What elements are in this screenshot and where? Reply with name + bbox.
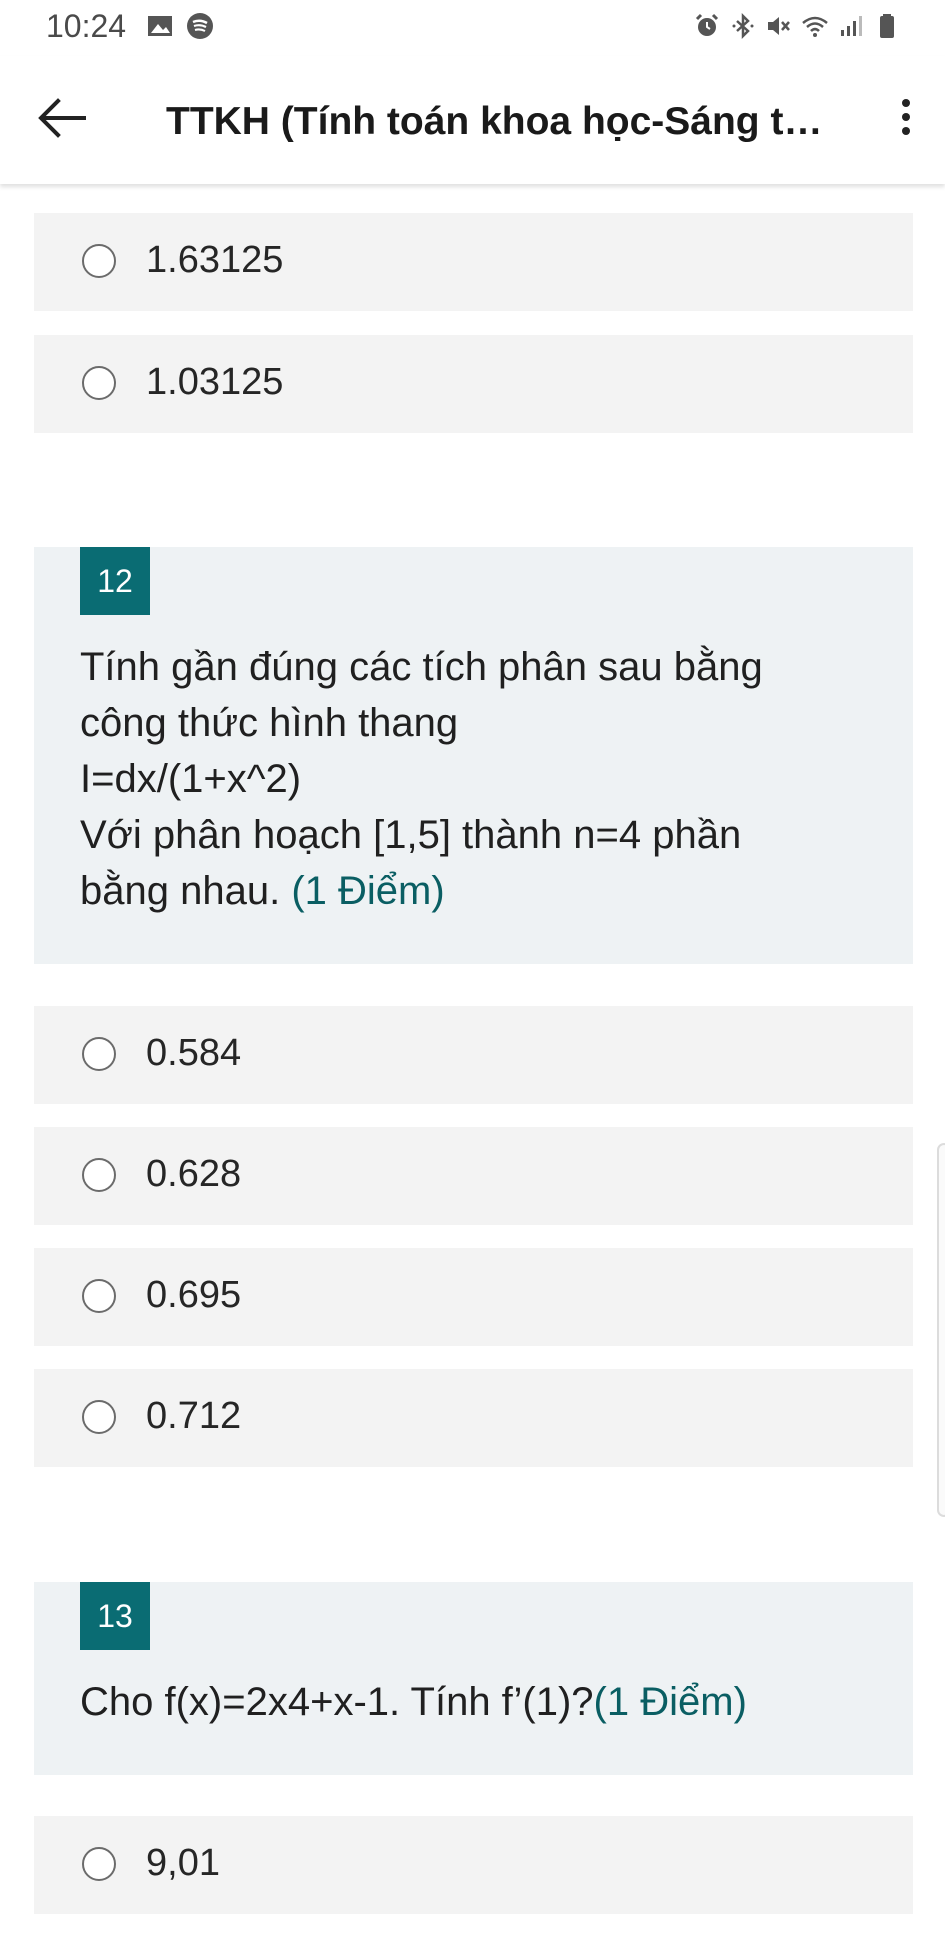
battery-icon	[880, 14, 894, 38]
question-number: 12	[80, 547, 150, 615]
status-bar: 10:24	[0, 0, 945, 56]
question-line: công thức hình thang	[80, 701, 459, 745]
status-time: 10:24	[46, 8, 127, 44]
radio-button[interactable]	[82, 1847, 116, 1881]
scroll-handle[interactable]	[937, 1143, 945, 1517]
signal-icon	[841, 16, 862, 36]
question-line: Cho f(x)=2x4+x-1. Tính f’(1)?	[80, 1680, 594, 1724]
option-label: 1.63125	[146, 239, 284, 281]
spotify-icon	[187, 13, 213, 39]
alarm-icon	[695, 13, 719, 36]
question-line: bằng nhau. (1 Điểm)	[80, 869, 445, 913]
more-options-icon[interactable]	[891, 94, 921, 144]
question-text: Tính gần đúng các tích phân sau bằng côn…	[80, 639, 873, 919]
option-label: 1.03125	[146, 361, 284, 403]
question-card-13: 13 Cho f(x)=2x4+x-1. Tính f’(1)?(1 Điểm)	[34, 1582, 913, 1775]
radio-button[interactable]	[82, 244, 116, 278]
option-label: 0.695	[146, 1274, 242, 1316]
image-icon	[148, 16, 172, 36]
answer-option[interactable]: 9,01	[34, 1816, 913, 1914]
points-label: (1 Điểm)	[291, 869, 445, 913]
bluetooth-icon	[732, 12, 754, 40]
radio-button[interactable]	[82, 1279, 116, 1313]
question-card-12: 12 Tính gần đúng các tích phân sau bằng …	[34, 547, 913, 964]
app-bar: TTKH (Tính toán khoa học-Sáng th...	[0, 56, 945, 184]
page-title: TTKH (Tính toán khoa học-Sáng th...	[166, 100, 826, 143]
answer-option[interactable]: 0.628	[34, 1127, 913, 1225]
question-line: Với phân hoạch [1,5] thành n=4 phần	[80, 813, 742, 857]
answer-option[interactable]: 0.712	[34, 1369, 913, 1467]
option-label: 0.584	[146, 1032, 242, 1074]
radio-button[interactable]	[82, 1158, 116, 1192]
status-left-icons	[146, 12, 214, 40]
back-arrow-icon[interactable]	[36, 96, 88, 140]
question-number: 13	[80, 1582, 150, 1650]
radio-button[interactable]	[82, 1400, 116, 1434]
wifi-icon	[802, 16, 828, 37]
mute-icon	[768, 17, 790, 35]
answer-option[interactable]: 0.584	[34, 1006, 913, 1104]
question-text: Cho f(x)=2x4+x-1. Tính f’(1)?(1 Điểm)	[80, 1674, 873, 1730]
answer-option[interactable]: 1.03125	[34, 335, 913, 433]
status-right-icons	[693, 12, 901, 40]
question-line: Tính gần đúng các tích phân sau bằng	[80, 645, 763, 689]
option-label: 0.628	[146, 1153, 242, 1195]
radio-button[interactable]	[82, 1037, 116, 1071]
question-line: I=dx/(1+x^2)	[80, 757, 302, 801]
answer-option[interactable]: 0.695	[34, 1248, 913, 1346]
answer-option[interactable]: 1.63125	[34, 213, 913, 311]
radio-button[interactable]	[82, 366, 116, 400]
option-label: 9,01	[146, 1842, 220, 1884]
points-label: (1 Điểm)	[593, 1680, 747, 1724]
option-label: 0.712	[146, 1395, 242, 1437]
